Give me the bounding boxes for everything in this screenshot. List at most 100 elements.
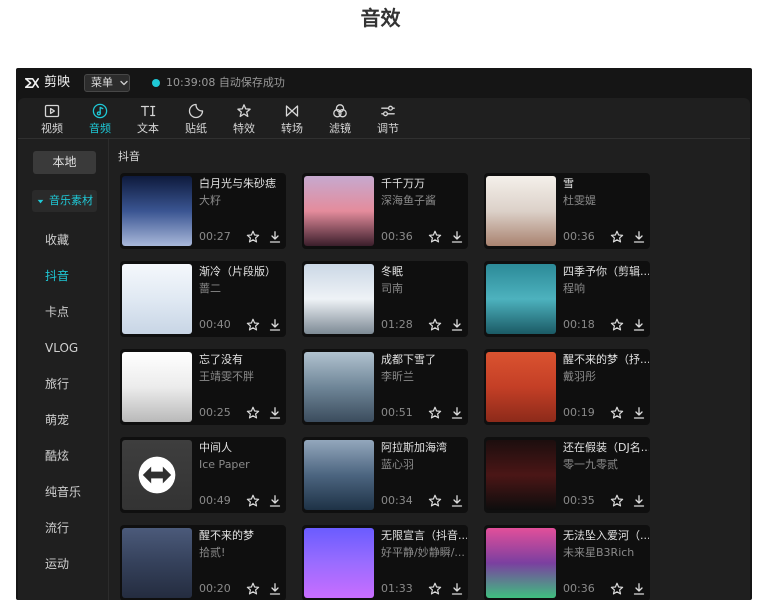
favorite-button[interactable] [246, 582, 260, 596]
track-title: 四季予你（剪辑... [563, 265, 649, 278]
track-card[interactable]: 白月光与朱砂痣 大籽 00:27 [120, 173, 286, 249]
track-card[interactable]: 冬眠 司南 01:28 [302, 261, 468, 337]
download-button[interactable] [450, 494, 464, 508]
tab-adjust[interactable]: 调节 [364, 98, 412, 138]
track-title: 冬眠 [381, 265, 403, 278]
download-button[interactable] [268, 406, 282, 420]
section-title: 抖音 [118, 150, 140, 163]
track-cover[interactable] [486, 440, 556, 510]
sidebar-item[interactable]: 旅行 [18, 366, 108, 402]
track-card[interactable]: 渐冷（片段版） 蔷二 00:40 [120, 261, 286, 337]
sidebar-item[interactable]: 酷炫 [18, 438, 108, 474]
track-cover[interactable] [304, 264, 374, 334]
capcut-window: 剪映 菜单 10:39:08 自动保存成功 视频 音频 文本 贴纸 特效 转场 滤镜 调节 本… [16, 68, 752, 600]
track-cover[interactable] [486, 352, 556, 422]
download-button[interactable] [450, 582, 464, 596]
sidebar-item[interactable]: 抖音 [18, 258, 108, 294]
sidebar-item[interactable]: 纯音乐 [18, 474, 108, 510]
track-cover[interactable] [486, 176, 556, 246]
music-library-group[interactable]: 音乐素材 [32, 190, 97, 212]
favorite-button[interactable] [428, 406, 442, 420]
favorite-button[interactable] [610, 230, 624, 244]
track-card[interactable]: 千千万万 深海鱼子酱 00:36 [302, 173, 468, 249]
favorite-button[interactable] [246, 494, 260, 508]
favorite-button[interactable] [610, 318, 624, 332]
track-card[interactable]: 阿拉斯加海湾 蓝心羽 00:34 [302, 437, 468, 513]
track-cover[interactable] [304, 440, 374, 510]
track-card[interactable]: 无限宣言（抖音... 好平静/妙静瞬/... 01:33 [302, 525, 468, 600]
track-card[interactable]: 雪杜雯媞 00:36 [484, 173, 650, 249]
download-button[interactable] [450, 230, 464, 244]
download-button[interactable] [450, 406, 464, 420]
tab-sticker[interactable]: 贴纸 [172, 98, 220, 138]
favorite-button[interactable] [246, 230, 260, 244]
favorite-button[interactable] [610, 494, 624, 508]
track-cover[interactable] [122, 440, 192, 510]
sidebar-item[interactable]: 运动 [18, 546, 108, 582]
track-title: 阿拉斯加海湾 [381, 441, 447, 454]
favorite-button[interactable] [610, 582, 624, 596]
menu-dropdown[interactable]: 菜单 [84, 74, 130, 92]
track-title: 无限宣言（抖音... [381, 529, 467, 542]
download-button[interactable] [268, 582, 282, 596]
track-cover[interactable] [486, 528, 556, 598]
tab-audio[interactable]: 音频 [76, 98, 124, 138]
track-cover[interactable] [304, 176, 374, 246]
tab-transition[interactable]: 转场 [268, 98, 316, 138]
track-cover[interactable] [122, 264, 192, 334]
tab-filter[interactable]: 滤镜 [316, 98, 364, 138]
track-artist: 杜雯媞 [563, 194, 596, 207]
star-outline-icon [246, 318, 260, 332]
tab-label: 视频 [41, 122, 63, 135]
track-grid: 白月光与朱砂痣 大籽 00:27 千千万万 深海鱼子酱 00:36 雪杜雯媞 00:36 渐冷（… [120, 173, 650, 600]
favorite-button[interactable] [610, 406, 624, 420]
download-button[interactable] [632, 582, 646, 596]
track-title: 醒不来的梦（抒... [563, 353, 649, 366]
favorite-button[interactable] [428, 494, 442, 508]
track-card[interactable]: 无法坠入爱河（... 未来星B3Rich 00:36 [484, 525, 650, 600]
tab-text[interactable]: 文本 [124, 98, 172, 138]
tab-effects[interactable]: 特效 [220, 98, 268, 138]
track-card[interactable]: 成都下雪了 李昕兰 00:51 [302, 349, 468, 425]
track-card[interactable]: 醒不来的梦（抒... 戴羽彤 00:19 [484, 349, 650, 425]
sidebar-item[interactable]: VLOG [18, 330, 108, 366]
track-artist: 司南 [381, 282, 403, 295]
tab-video[interactable]: 视频 [28, 98, 76, 138]
favorite-button[interactable] [428, 230, 442, 244]
download-button[interactable] [268, 230, 282, 244]
favorite-button[interactable] [246, 406, 260, 420]
track-browser: 抖音 白月光与朱砂痣 大籽 00:27 千千万万 深海鱼子酱 00:36 雪杜雯媞 00:36… [109, 139, 750, 600]
star-outline-icon [246, 230, 260, 244]
download-button[interactable] [632, 318, 646, 332]
favorite-button[interactable] [428, 582, 442, 596]
download-button[interactable] [450, 318, 464, 332]
local-button[interactable]: 本地 [33, 151, 96, 174]
download-icon [268, 406, 282, 420]
favorite-button[interactable] [246, 318, 260, 332]
download-button[interactable] [632, 494, 646, 508]
track-cover[interactable] [304, 352, 374, 422]
download-button[interactable] [632, 230, 646, 244]
tab-label: 滤镜 [329, 122, 351, 135]
track-card[interactable]: 中间人 Ice Paper 00:49 [120, 437, 286, 513]
track-cover[interactable] [122, 352, 192, 422]
track-card[interactable]: 忘了没有 王靖雯不胖 00:25 [120, 349, 286, 425]
track-cover[interactable] [122, 528, 192, 598]
sidebar-item[interactable]: 萌宠 [18, 402, 108, 438]
track-card[interactable]: 醒不来的梦 拾贰! 00:20 [120, 525, 286, 600]
track-title: 无法坠入爱河（... [563, 529, 649, 542]
track-cover[interactable] [304, 528, 374, 598]
favorite-button[interactable] [428, 318, 442, 332]
download-icon [450, 230, 464, 244]
track-cover[interactable] [122, 176, 192, 246]
track-artist: 大籽 [199, 194, 221, 207]
download-button[interactable] [268, 494, 282, 508]
track-card[interactable]: 还在假装（DJ名... 零一九零贰 00:35 [484, 437, 650, 513]
sidebar-item[interactable]: 卡点 [18, 294, 108, 330]
track-card[interactable]: 四季予你（剪辑... 程响 00:18 [484, 261, 650, 337]
sidebar-item[interactable]: 收藏 [18, 222, 108, 258]
download-button[interactable] [632, 406, 646, 420]
download-button[interactable] [268, 318, 282, 332]
track-cover[interactable] [486, 264, 556, 334]
sidebar-item[interactable]: 流行 [18, 510, 108, 546]
